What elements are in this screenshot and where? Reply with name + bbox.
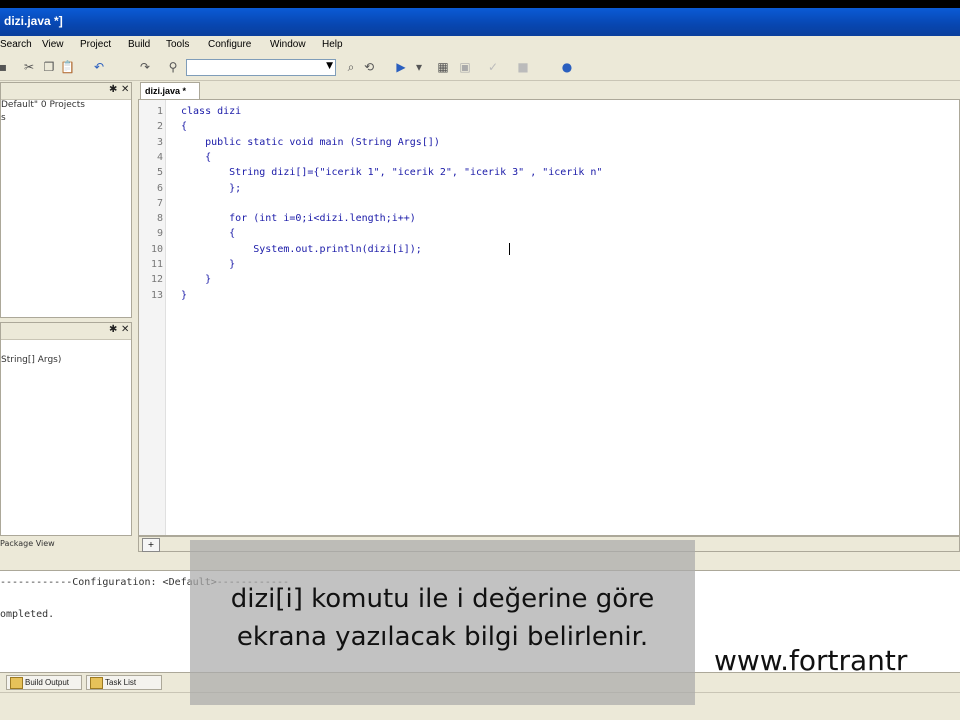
menu-configure[interactable]: Configure bbox=[208, 39, 251, 50]
text-cursor bbox=[509, 243, 510, 255]
subtitle-overlay: dizi[i] komutu ile i değerine göre ekran… bbox=[190, 540, 695, 705]
line-number: 7 bbox=[156, 197, 163, 209]
toolbar: ▪ ✂ ❐ 📋 ↶ ↷ ⚲ ⌕ ⟲ ▶ ▾ ▦ ▣ ✓ ■ ● bbox=[0, 56, 960, 81]
copy-icon[interactable]: ❐ bbox=[42, 60, 56, 74]
line-number: 4 bbox=[156, 151, 163, 163]
menu-search[interactable]: Search bbox=[0, 39, 32, 50]
help-icon[interactable]: ● bbox=[560, 60, 574, 74]
window-title: dizi.java *] bbox=[4, 14, 63, 28]
line-gutter bbox=[139, 100, 166, 535]
run-icon[interactable]: ▶ bbox=[394, 60, 408, 74]
editor-tab-dizi[interactable]: dizi.java * bbox=[140, 82, 200, 99]
stop-icon[interactable]: ■ bbox=[516, 60, 530, 74]
paste-icon[interactable]: 📋 bbox=[60, 60, 75, 74]
tab-build-output[interactable]: Build Output bbox=[6, 675, 82, 690]
debug-icon[interactable]: ▣ bbox=[458, 60, 472, 74]
search-combo[interactable]: ▼ bbox=[186, 59, 336, 76]
line-number: 12 bbox=[150, 274, 163, 286]
pin-icon[interactable]: ✱ bbox=[109, 324, 117, 335]
menu-project[interactable]: Project bbox=[80, 39, 111, 50]
binoculars-icon[interactable]: ⚲ bbox=[166, 60, 180, 74]
code-editor[interactable]: 1 class dizi 2 {3 public static void main (… bbox=[138, 99, 960, 536]
pin-icon[interactable]: ✱ bbox=[109, 84, 117, 95]
title-bar: dizi.java *] bbox=[0, 8, 960, 36]
undo-icon[interactable]: ↶ bbox=[92, 60, 106, 74]
package-view-tab[interactable]: Package View bbox=[0, 539, 55, 548]
replace-icon[interactable]: ⟲ bbox=[362, 60, 376, 74]
menu-bar: Search View Project Build Tools Configur… bbox=[0, 36, 960, 56]
menu-build[interactable]: Build bbox=[128, 39, 150, 50]
code-line[interactable]: { bbox=[181, 152, 211, 163]
task-list-icon bbox=[90, 677, 103, 689]
expand-icon[interactable]: + bbox=[142, 538, 160, 552]
subtitle-line-1: dizi[i] komutu ile i değerine göre bbox=[230, 584, 655, 614]
line-number: 1 bbox=[156, 106, 163, 117]
find-in-files-icon[interactable]: ⌕ bbox=[344, 60, 358, 74]
close-icon[interactable]: ✕ bbox=[121, 324, 129, 335]
code-line[interactable]: } bbox=[181, 259, 235, 270]
tab-build-output-label: Build Output bbox=[25, 678, 70, 687]
line-number: 5 bbox=[156, 167, 163, 179]
line-number: 10 bbox=[150, 243, 163, 255]
code-line[interactable]: } bbox=[181, 274, 211, 285]
left-panel-tabs: Package View bbox=[0, 537, 132, 553]
line-number: 2 bbox=[156, 121, 163, 133]
code-line[interactable]: { bbox=[181, 228, 235, 239]
line-number: 9 bbox=[156, 228, 163, 240]
chevron-down-icon[interactable]: ▼ bbox=[326, 61, 333, 71]
menu-tools[interactable]: Tools bbox=[166, 39, 189, 50]
project-tree-root[interactable]: Default" 0 Projects bbox=[1, 100, 85, 110]
output-line-status: ompleted. bbox=[0, 609, 55, 620]
code-line[interactable]: System.out.println(dizi[i]); bbox=[181, 244, 422, 255]
member-panel: ✱ ✕ String[] Args) bbox=[0, 322, 132, 536]
build-icon[interactable]: ▦ bbox=[436, 60, 450, 74]
project-tree-item[interactable]: s bbox=[1, 113, 6, 123]
member-item-main[interactable]: String[] Args) bbox=[1, 355, 61, 365]
code-line[interactable]: } bbox=[181, 290, 187, 301]
line-number: 6 bbox=[156, 182, 163, 194]
code-line[interactable]: public static void main (String Args[]) bbox=[181, 137, 440, 148]
line-number: 3 bbox=[156, 136, 163, 148]
menu-view[interactable]: View bbox=[42, 39, 64, 50]
menu-window[interactable]: Window bbox=[270, 39, 306, 50]
code-line[interactable]: class dizi bbox=[181, 106, 241, 117]
project-panel-header: ✱ ✕ bbox=[1, 83, 131, 100]
code-line[interactable]: { bbox=[181, 121, 187, 132]
member-panel-header: ✱ ✕ bbox=[1, 323, 131, 340]
watermark-url: www.fortrantr bbox=[714, 644, 908, 677]
line-number: 13 bbox=[150, 289, 163, 301]
code-line[interactable]: }; bbox=[181, 183, 241, 194]
run-dropdown-icon[interactable]: ▾ bbox=[412, 60, 426, 74]
project-panel: ✱ ✕ Default" 0 Projects s bbox=[0, 82, 132, 318]
line-number: 11 bbox=[150, 259, 163, 270]
tab-task-list-label: Task List bbox=[105, 678, 137, 687]
menu-help[interactable]: Help bbox=[322, 39, 343, 50]
redo-icon[interactable]: ↷ bbox=[138, 60, 152, 74]
check-icon[interactable]: ✓ bbox=[486, 60, 500, 74]
build-output-icon bbox=[10, 677, 23, 689]
code-line[interactable]: String dizi[]={"icerik 1", "icerik 2", "… bbox=[181, 167, 602, 178]
tab-task-list[interactable]: Task List bbox=[86, 675, 162, 690]
line-number: 8 bbox=[156, 213, 163, 225]
save-icon[interactable]: ▪ bbox=[0, 60, 10, 74]
subtitle-line-2: ekrana yazılacak bilgi belirlenir. bbox=[236, 622, 649, 652]
code-line[interactable]: for (int i=0;i<dizi.length;i++) bbox=[181, 213, 416, 224]
close-icon[interactable]: ✕ bbox=[121, 84, 129, 95]
cut-icon[interactable]: ✂ bbox=[22, 60, 36, 74]
